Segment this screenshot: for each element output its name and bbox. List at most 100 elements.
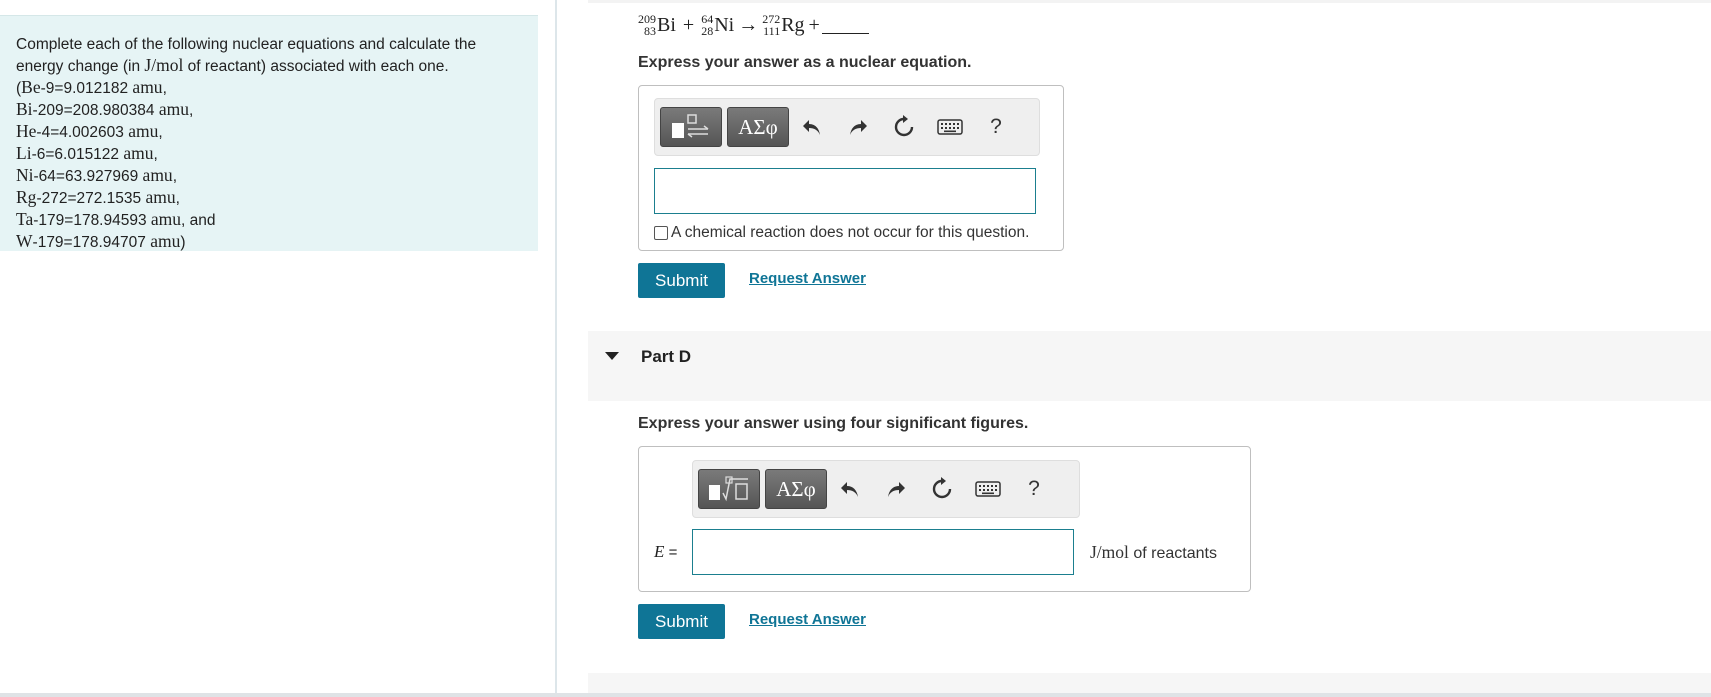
redo-icon[interactable]: [835, 117, 881, 137]
mass-symbol: Ta: [16, 209, 34, 229]
mass-rg: Rg-272=272.1535 amu,: [16, 187, 522, 209]
problem-intro-text-end: of reactant) associated with each one.: [187, 58, 449, 75]
mass-value: -179=178.94593: [33, 212, 147, 229]
collapse-arrow-icon[interactable]: [605, 352, 619, 360]
templates-button[interactable]: [698, 469, 760, 509]
energy-variable-label: E =: [654, 542, 677, 562]
mass-unit: amu: [132, 77, 163, 97]
mass-unit: amu: [142, 165, 173, 185]
problem-intro-text: energy change (in: [16, 58, 141, 75]
mass-suffix: ): [180, 234, 186, 251]
energy-unit-label: J/mol of reactants: [1090, 542, 1217, 563]
nuclide-bi: 209 83 Bi: [638, 13, 676, 37]
no-reaction-option[interactable]: A chemical reaction does not occur for t…: [654, 224, 1029, 242]
problem-intro-unit: J/mol: [144, 55, 184, 75]
redo-icon[interactable]: [873, 479, 919, 499]
equation-blank: [821, 16, 869, 34]
mass-unit: amu: [150, 231, 181, 251]
mass-value: -272=272.1535: [36, 190, 142, 207]
mass-value: -4=4.002603: [36, 124, 124, 141]
greek-symbols-button[interactable]: ΑΣφ: [727, 107, 789, 147]
part-d-header[interactable]: [588, 331, 1711, 401]
mass-symbol: Be: [21, 77, 41, 97]
next-part-header[interactable]: [588, 673, 1711, 693]
templates-button[interactable]: [660, 107, 722, 147]
radical-template-icon: [709, 476, 748, 502]
help-icon[interactable]: ?: [973, 115, 1019, 139]
mass-unit: amu: [158, 99, 189, 119]
atomic-number: 83: [644, 24, 656, 38]
undo-icon[interactable]: [789, 117, 835, 137]
element-symbol: Bi: [657, 13, 676, 36]
mass-symbol: Ni: [16, 165, 34, 185]
part-c-request-answer-link[interactable]: Request Answer: [749, 270, 866, 287]
plus-sign: +: [682, 13, 695, 36]
problem-statement-panel: Complete each of the following nuclear e…: [0, 15, 538, 251]
part-c-submit-button[interactable]: Submit: [638, 263, 725, 298]
no-reaction-label: A chemical reaction does not occur for t…: [671, 224, 1030, 241]
mass-unit: amu: [150, 209, 182, 229]
atomic-number: 111: [763, 24, 781, 38]
mass-value: -209=208.980384: [32, 102, 155, 119]
mass-suffix: , and: [181, 212, 216, 229]
mass-suffix: ,: [158, 124, 163, 141]
pane-divider[interactable]: [555, 0, 557, 697]
part-d-submit-button[interactable]: Submit: [638, 604, 725, 639]
no-reaction-checkbox[interactable]: [654, 226, 668, 240]
template-icon: [672, 114, 709, 138]
undo-icon[interactable]: [827, 479, 873, 499]
mass-suffix: ,: [188, 102, 194, 119]
mass-symbol: Bi: [16, 99, 33, 119]
equals-sign: =: [668, 544, 678, 561]
mass-value: -179=178.94707: [32, 234, 146, 251]
mass-bi: Bi-209=208.980384 amu,: [16, 99, 522, 121]
unit-jmol: J/mol: [1090, 542, 1129, 562]
nuclear-equation-input[interactable]: [654, 168, 1036, 214]
energy-input[interactable]: [692, 529, 1074, 575]
nuclide-ni: 64 28 Ni: [701, 13, 734, 37]
keyboard-icon[interactable]: [965, 481, 1011, 497]
mass-symbol: He: [16, 121, 37, 141]
greek-symbols-button[interactable]: ΑΣφ: [765, 469, 827, 509]
mass-ta: Ta-179=178.94593 amu, and: [16, 209, 522, 231]
plus-sign: +: [808, 13, 820, 36]
top-separator: [588, 0, 1711, 3]
mass-li: Li-6=6.015122 amu,: [16, 143, 522, 165]
mass-value: -9=9.012182: [40, 80, 129, 97]
bottom-border: [0, 693, 1711, 697]
mass-be: (Be-9=9.012182 amu,: [16, 77, 522, 99]
mass-symbol: Li: [16, 143, 32, 163]
mass-suffix: ,: [175, 190, 180, 207]
part-c-instruction: Express your answer as a nuclear equatio…: [638, 54, 972, 71]
mass-unit: amu: [123, 143, 154, 163]
mass-w: W-179=178.94707 amu): [16, 231, 522, 253]
element-symbol: Ni: [714, 13, 735, 36]
part-c-toolbar: ΑΣφ ?: [654, 98, 1040, 156]
reset-icon[interactable]: [881, 115, 927, 139]
mass-symbol: Rg: [16, 187, 37, 207]
problem-intro-line-1: Complete each of the following nuclear e…: [16, 36, 477, 53]
part-d-instruction: Express your answer using four significa…: [638, 415, 1029, 432]
variable-e: E: [654, 542, 665, 561]
mass-suffix: ,: [153, 146, 158, 163]
mass-value: -6=6.015122: [31, 146, 120, 163]
mass-ni: Ni-64=63.927969 amu,: [16, 165, 522, 187]
atomic-number: 28: [701, 24, 714, 38]
mass-symbol: W: [16, 231, 33, 251]
mass-unit: amu: [145, 187, 176, 207]
mass-value: -64=63.927969: [33, 168, 139, 185]
keyboard-icon[interactable]: [927, 119, 973, 135]
reaction-arrow: →: [738, 13, 759, 36]
unit-suffix: of reactants: [1133, 545, 1217, 562]
nuclide-rg: 272 111 Rg: [762, 13, 804, 37]
element-symbol: Rg: [781, 13, 805, 36]
mass-suffix: ,: [172, 168, 177, 185]
mass-suffix: ,: [162, 80, 167, 97]
problem-intro-line-2: energy change (in J/mol of reactant) ass…: [16, 55, 522, 77]
reset-icon[interactable]: [919, 477, 965, 501]
help-icon[interactable]: ?: [1011, 477, 1057, 501]
mass-unit: amu: [128, 121, 159, 141]
part-d-toolbar: ΑΣφ ?: [692, 460, 1080, 518]
part-d-request-answer-link[interactable]: Request Answer: [749, 611, 866, 628]
nuclear-equation: 209 83 Bi + 64 28 Ni → 272 111 Rg +: [638, 13, 869, 37]
